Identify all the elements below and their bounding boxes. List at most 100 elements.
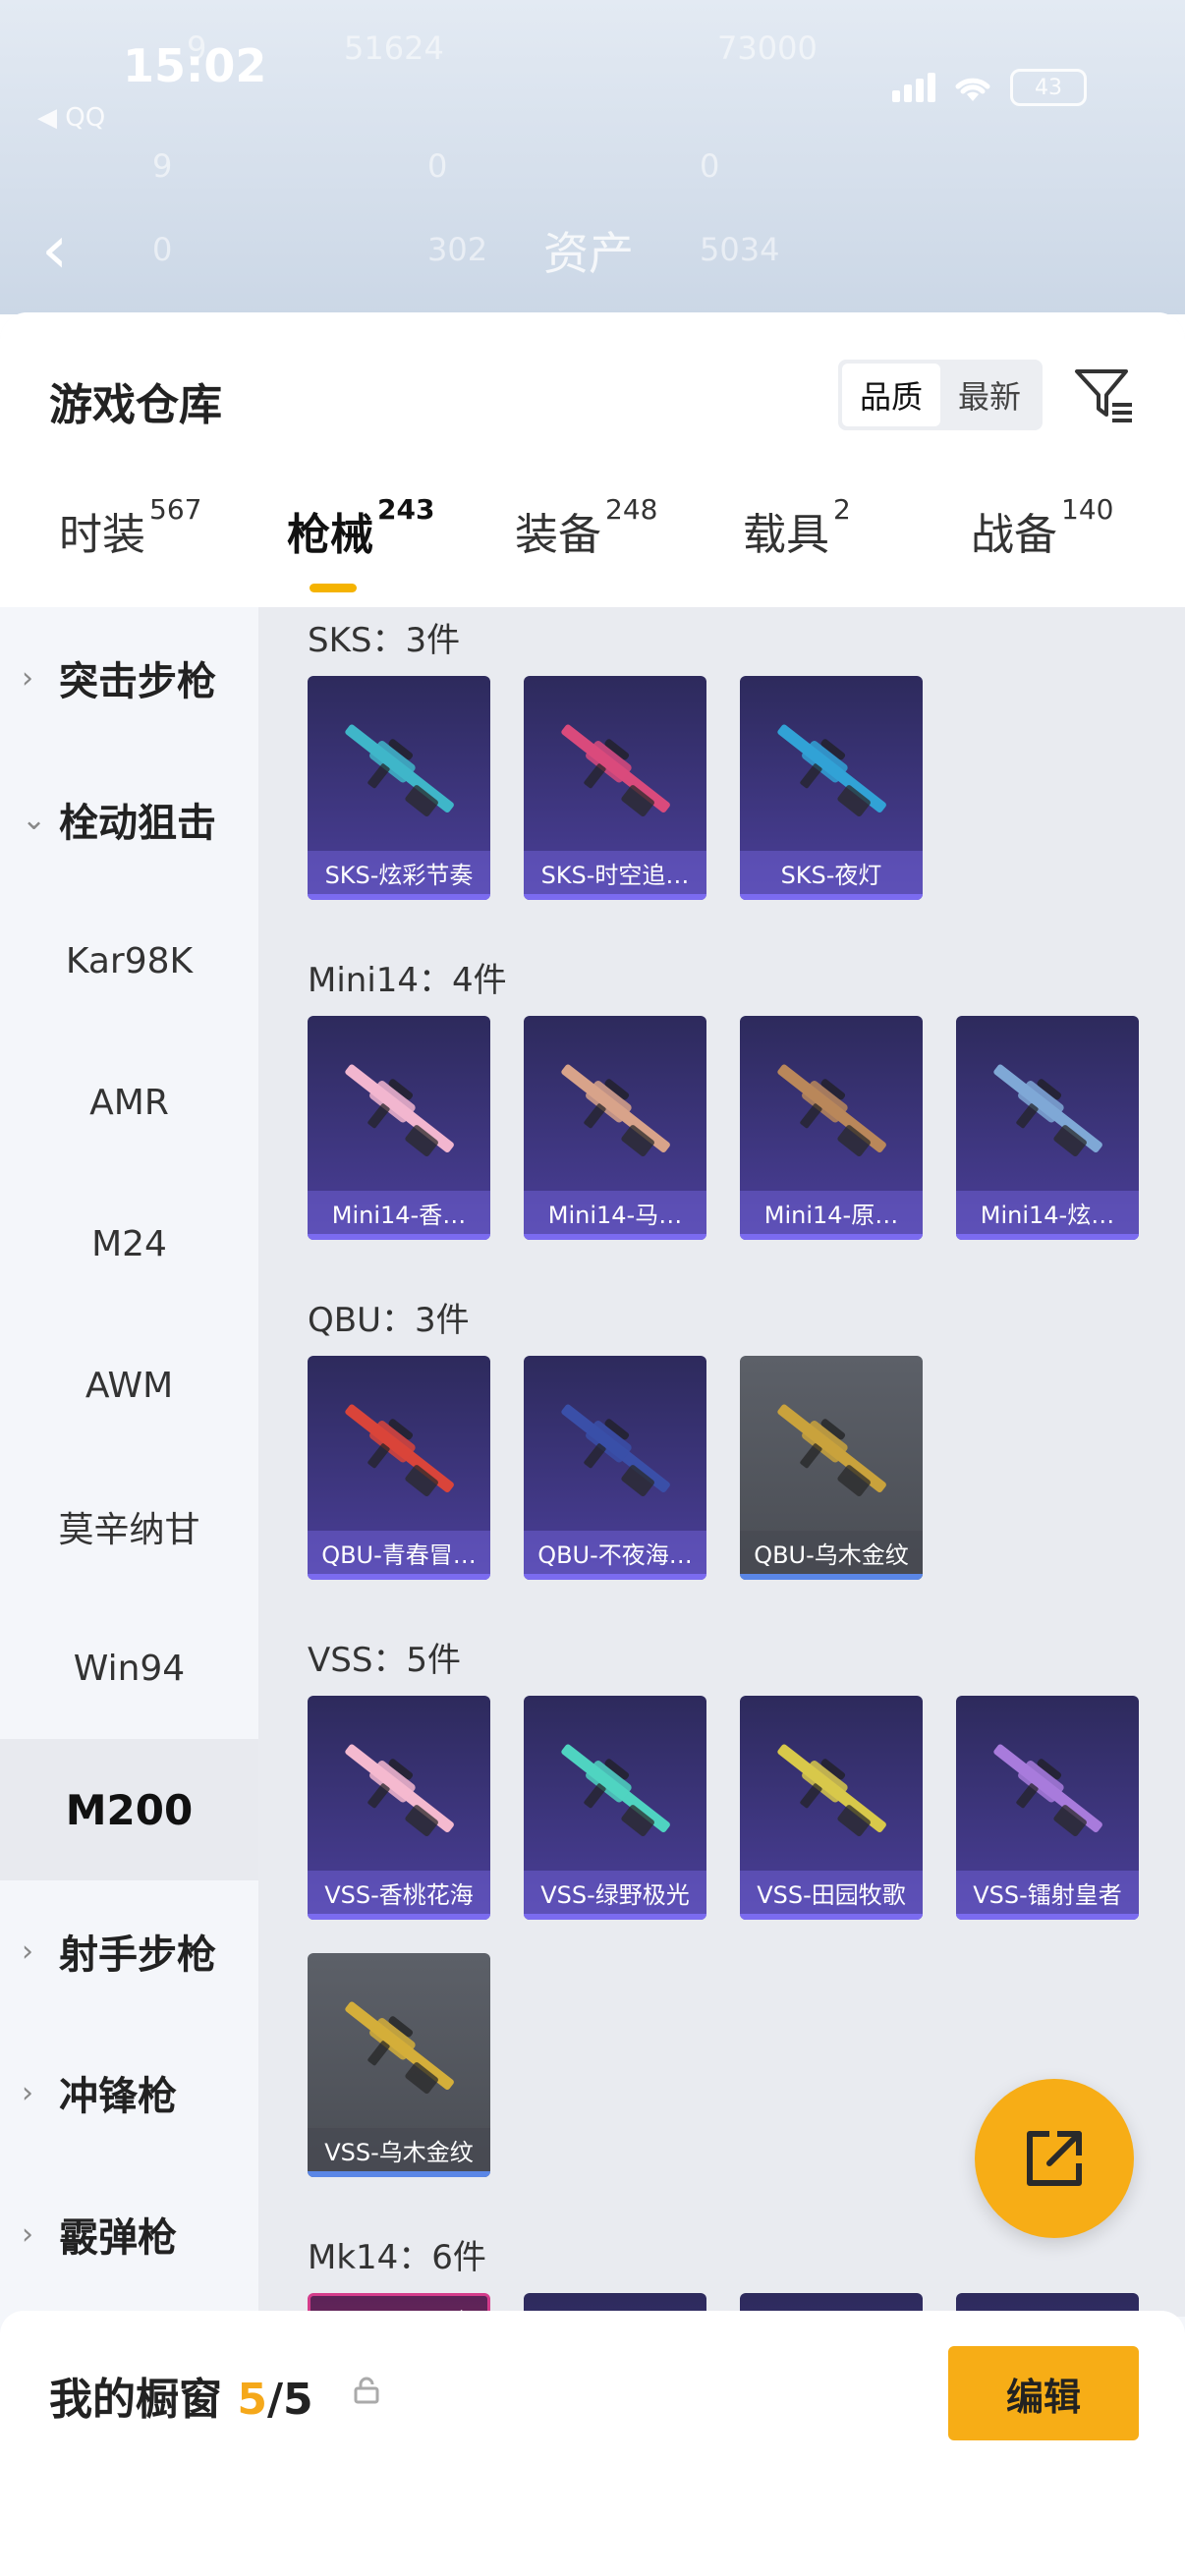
item-card[interactable]: QBU-乌木金纹 bbox=[740, 1356, 923, 1580]
rarity-bar bbox=[956, 1234, 1139, 1240]
gun-icon bbox=[777, 1064, 886, 1156]
blur-value: 0 bbox=[427, 147, 448, 185]
blur-value: 51624 bbox=[344, 29, 444, 67]
item-grid: SKS：3件 SKS-炫彩节奏 SKS-时空追… SKS-夜灯 Mini14：4件 Min… bbox=[258, 607, 1185, 2317]
item-card[interactable]: QBU-青春冒… bbox=[308, 1356, 490, 1580]
sheet-title: 游戏仓库 bbox=[49, 380, 222, 430]
gun-icon bbox=[561, 1064, 670, 1156]
sidebar-item-label: 栓动狙击 bbox=[59, 801, 216, 846]
status-time: 15:02 bbox=[123, 39, 267, 92]
sidebar-item-mosin[interactable]: 莫辛纳甘 bbox=[0, 1456, 258, 1597]
item-label: VSS-香桃花海 bbox=[308, 1871, 490, 1914]
chevron-right-icon: › bbox=[22, 660, 33, 696]
item-card[interactable]: Mini14-香… bbox=[308, 1016, 490, 1240]
showcase-total: /5 bbox=[266, 2375, 313, 2425]
page-title: 资产 bbox=[543, 227, 634, 280]
tab-label: 枪械 bbox=[287, 510, 373, 560]
item-label: Mini14-香… bbox=[308, 1191, 490, 1234]
sidebar-item-m24[interactable]: M24 bbox=[0, 1173, 258, 1315]
sidebar-item-shotgun[interactable]: › 霰弹枪 bbox=[0, 2163, 258, 2305]
item-label: Mini14-炫… bbox=[956, 1191, 1139, 1234]
item-label: VSS-绿野极光 bbox=[524, 1871, 706, 1914]
tab-fashion[interactable]: 时装567 bbox=[59, 493, 201, 562]
item-card[interactable]: SKS-时空追… bbox=[524, 676, 706, 900]
item-label: VSS-乌木金纹 bbox=[308, 2128, 490, 2171]
gun-icon bbox=[777, 1744, 886, 1836]
wifi-icon bbox=[955, 78, 990, 101]
back-to-app[interactable]: ◀ QQ bbox=[37, 103, 105, 133]
showcase-label: 我的橱窗 bbox=[49, 2375, 222, 2425]
sidebar-item-amr[interactable]: AMR bbox=[0, 1032, 258, 1173]
chevron-right-icon: › bbox=[22, 1933, 33, 1969]
item-label: VSS-镭射皇者 bbox=[956, 1871, 1139, 1914]
tab-count: 140 bbox=[1061, 493, 1114, 526]
sort-toggle: 品质 最新 bbox=[838, 360, 1043, 430]
sidebar-item-awm[interactable]: AWM bbox=[0, 1315, 258, 1456]
tab-count: 243 bbox=[377, 493, 435, 526]
showcase-bar: 我的橱窗 5/5 编辑 bbox=[0, 2311, 1185, 2576]
item-label: QBU-不夜海… bbox=[524, 1531, 706, 1574]
item-card[interactable]: Mini14-原… bbox=[740, 1016, 923, 1240]
sidebar-item-smg[interactable]: › 冲锋枪 bbox=[0, 2022, 258, 2163]
item-label: QBU-乌木金纹 bbox=[740, 1531, 923, 1574]
gun-icon bbox=[777, 724, 886, 816]
item-card[interactable]: VSS-乌木金纹 bbox=[308, 1953, 490, 2177]
tab-label: 装备 bbox=[515, 510, 601, 560]
showcase-current: 5 bbox=[237, 2375, 267, 2425]
item-label: SKS-炫彩节奏 bbox=[308, 851, 490, 894]
item-card[interactable]: SKS-夜灯 bbox=[740, 676, 923, 900]
item-card[interactable]: VSS-绿野极光 bbox=[524, 1696, 706, 1920]
tab-count: 248 bbox=[605, 493, 658, 526]
tab-count: 567 bbox=[149, 493, 202, 526]
back-icon[interactable]: ‹ bbox=[41, 211, 68, 289]
sidebar: › 突击步枪 ⌄ 栓动狙击 Kar98K AMR M24 AWM 莫辛纳甘 Win9… bbox=[0, 607, 258, 2576]
tab-guns[interactable]: 枪械243 bbox=[287, 493, 434, 562]
sidebar-item-bolt-sniper[interactable]: ⌄ 栓动狙击 bbox=[0, 749, 258, 890]
rarity-bar bbox=[308, 1574, 490, 1580]
group-title: Mk14：6件 bbox=[308, 2238, 486, 2277]
sidebar-item-win94[interactable]: Win94 bbox=[0, 1597, 258, 1739]
lock-icon bbox=[354, 2377, 379, 2404]
item-card[interactable]: SKS-炫彩节奏 bbox=[308, 676, 490, 900]
item-card[interactable]: VSS-香桃花海 bbox=[308, 1696, 490, 1920]
tab-supplies[interactable]: 战备140 bbox=[971, 493, 1113, 562]
sidebar-item-kar98k[interactable]: Kar98K bbox=[0, 890, 258, 1032]
sidebar-item-m200[interactable]: M200 bbox=[0, 1739, 258, 1880]
item-card[interactable]: QBU-不夜海… bbox=[524, 1356, 706, 1580]
item-label: Mini14-马… bbox=[524, 1191, 706, 1234]
status-icons: 43 bbox=[892, 69, 1087, 106]
tab-equipment[interactable]: 装备248 bbox=[515, 493, 657, 562]
gun-icon bbox=[345, 1404, 454, 1496]
tab-label: 载具 bbox=[743, 510, 829, 560]
tab-vehicles[interactable]: 载具2 bbox=[743, 493, 851, 562]
item-card[interactable]: VSS-田园牧歌 bbox=[740, 1696, 923, 1920]
rarity-bar bbox=[740, 1234, 923, 1240]
signal-icon bbox=[892, 73, 935, 102]
rarity-bar bbox=[740, 1574, 923, 1580]
group-title: QBU：3件 bbox=[308, 1301, 470, 1340]
blur-value: 0 bbox=[700, 147, 720, 185]
item-card[interactable]: VSS-镭射皇者 bbox=[956, 1696, 1139, 1920]
item-card[interactable]: Mini14-炫… bbox=[956, 1016, 1139, 1240]
edit-button[interactable]: 编辑 bbox=[948, 2346, 1139, 2440]
sidebar-item-label: 射手步枪 bbox=[59, 1932, 216, 1978]
share-button[interactable] bbox=[975, 2079, 1134, 2238]
sidebar-item-dmr[interactable]: › 射手步枪 bbox=[0, 1880, 258, 2022]
sort-latest[interactable]: 最新 bbox=[940, 364, 1039, 426]
group-title: Mini14：4件 bbox=[308, 961, 507, 1000]
blur-value: 0 bbox=[152, 231, 173, 268]
filter-icon[interactable] bbox=[1069, 360, 1138, 428]
gun-icon bbox=[345, 1744, 454, 1836]
gun-icon bbox=[561, 1744, 670, 1836]
sidebar-item-assault-rifle[interactable]: › 突击步枪 bbox=[0, 607, 258, 749]
gun-icon bbox=[345, 724, 454, 816]
group-title: VSS：5件 bbox=[308, 1641, 462, 1680]
tab-count: 2 bbox=[833, 493, 851, 526]
category-tabs: 时装567 枪械243 装备248 载具2 战备140 bbox=[0, 493, 1185, 607]
gun-icon bbox=[993, 1744, 1102, 1836]
gun-icon bbox=[345, 1064, 454, 1156]
sort-quality[interactable]: 品质 bbox=[842, 364, 940, 426]
sidebar-item-label: 突击步枪 bbox=[59, 659, 216, 704]
item-card[interactable]: Mini14-马… bbox=[524, 1016, 706, 1240]
item-label: Mini14-原… bbox=[740, 1191, 923, 1234]
